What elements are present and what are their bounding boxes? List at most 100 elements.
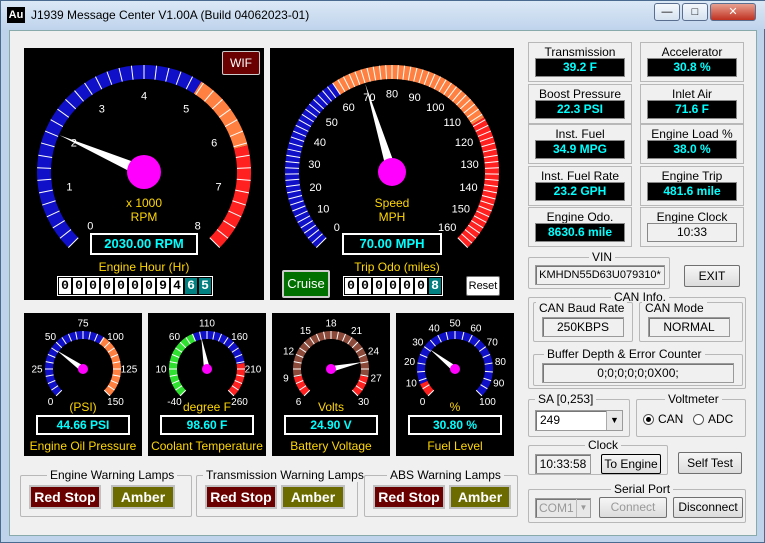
can-baud-rate-value: 250KBPS [542, 317, 624, 337]
param-boost-pressure: Boost Pressure 22.3 PSI [528, 84, 632, 124]
fuel-level-readout: 30.80 % [408, 415, 502, 435]
gauge-hub [378, 158, 406, 186]
param-value: 8630.6 mile [535, 223, 625, 242]
odometer-digit: 6 [185, 278, 197, 294]
gauge-tick-label: 125 [121, 364, 138, 375]
param-engine-clock: Engine Clock 10:33 [640, 207, 744, 247]
gauge-arc [352, 375, 369, 396]
param-value: 30.8 % [647, 58, 737, 77]
gauge-tick-label: 140 [459, 182, 477, 194]
buffer-depth-label: Buffer Depth & Error Counter [544, 347, 705, 361]
gauge-tick-label: 27 [371, 373, 383, 384]
minimize-button[interactable]: — [654, 3, 680, 21]
maximize-button[interactable]: □ [682, 3, 708, 21]
gauge-tick-label: 130 [460, 159, 478, 171]
engine-amber-lamp[interactable]: Amber [111, 485, 175, 509]
odometer-digit: 0 [101, 278, 113, 294]
can-baud-rate-group: CAN Baud Rate 250KBPS [533, 301, 633, 342]
abs-red-stop-lamp[interactable]: Red Stop [373, 485, 445, 509]
chevron-down-icon[interactable]: ▼ [606, 411, 622, 430]
gauge-tick-label: 70 [487, 337, 499, 348]
serial-port-group: Serial Port COM1 ▼ Connect Disconnect [528, 482, 746, 523]
reset-trip-button[interactable]: Reset [466, 276, 500, 296]
transmission-warning-lamps-title: Transmission Warning Lamps [203, 468, 367, 482]
param-value: 481.6 mile [647, 182, 737, 201]
gauge-tick-label: 90 [409, 92, 421, 104]
gauge-tick-label: 210 [245, 364, 262, 375]
param-engine-load: Engine Load % 38.0 % [640, 124, 744, 164]
gauge-tick-label: 80 [386, 89, 398, 101]
engine-warning-lamps-title: Engine Warning Lamps [47, 468, 178, 482]
transmission-amber-lamp[interactable]: Amber [281, 485, 345, 509]
gauge-hub [127, 155, 161, 189]
exit-button[interactable]: EXIT [684, 265, 740, 287]
odometer-digit: 4 [171, 278, 183, 294]
coolant-temp-gauge: -40 10 60 110 160 210 260 degree F 98.60 F Coo… [148, 313, 266, 456]
param-inst-fuel-economy: Inst. Fuel Economy34.9 MPG [528, 124, 632, 164]
voltmeter-radio-adc[interactable]: ADC [693, 412, 733, 426]
odometer-digit: 0 [143, 278, 155, 294]
oil-pressure-label: Engine Oil Pressure [29, 439, 137, 453]
engine-red-stop-lamp[interactable]: Red Stop [29, 485, 101, 509]
cruise-indicator[interactable]: Cruise [282, 270, 330, 298]
gauge-tick-label: 100 [479, 397, 496, 408]
odometer-digit: 0 [415, 278, 427, 294]
gauge-arc [193, 81, 248, 150]
param-value: 39.2 F [535, 58, 625, 77]
coolant-temp-unit: degree F [182, 400, 232, 414]
speed-gauge: 0102030405060708090100110120130140150160… [270, 48, 514, 300]
title-bar[interactable]: Au J1939 Message Center V1.00A (Build 04… [1, 1, 765, 29]
gauge-hub [78, 364, 88, 374]
voltmeter-adc-label: ADC [708, 412, 734, 426]
param-accelerator-position: Accelerator Position30.8 % [640, 42, 744, 82]
gauge-tick-label: 110 [444, 117, 462, 129]
can-mode-group: CAN Mode NORMAL [639, 301, 743, 342]
connect-button[interactable]: Connect [599, 497, 667, 518]
param-label: Engine Clock [656, 210, 728, 224]
self-test-button[interactable]: Self Test [678, 452, 742, 474]
close-button[interactable]: ✕ [710, 3, 756, 21]
engine-warning-lamps-group: Engine Warning Lamps Red Stop Amber [20, 468, 192, 517]
gauge-tick-label: 120 [455, 137, 473, 149]
param-label: Inst. Fuel Rate [540, 169, 620, 183]
gauge-tick-label: 110 [199, 318, 215, 329]
gauge-tick-label: 4 [141, 91, 147, 103]
param-value: 34.9 MPG [535, 140, 625, 159]
can-mode-value: NORMAL [648, 317, 730, 337]
voltmeter-label: Voltmeter [665, 392, 722, 406]
rpm-gauge: 012345678 WIF x 1000 RPM 2030.00 RPM Eng… [24, 48, 264, 300]
transmission-red-stop-lamp[interactable]: Red Stop [205, 485, 277, 509]
radio-unselected-icon[interactable] [693, 413, 704, 425]
gauge-tick-label: 75 [77, 318, 89, 329]
disconnect-button[interactable]: Disconnect [673, 497, 743, 518]
gauge-tick-label: 90 [493, 379, 505, 390]
oil-pressure-readout: 44.66 PSI [36, 415, 130, 435]
param-value: 23.2 GPH [535, 182, 625, 201]
voltmeter-radio-can[interactable]: CAN [643, 412, 683, 426]
param-inst-fuel-rate: Inst. Fuel Rate 23.2 GPH [528, 166, 632, 206]
odometer-digit: 0 [87, 278, 99, 294]
gauge-arc [293, 375, 310, 396]
abs-amber-lamp[interactable]: Amber [449, 485, 511, 509]
radio-selected-icon[interactable] [643, 413, 654, 425]
speed-label: Speed [374, 196, 410, 210]
buffer-depth-group: Buffer Depth & Error Counter 0;0;0;0;0;0… [533, 347, 743, 386]
wif-indicator[interactable]: WIF [222, 51, 260, 75]
voltmeter-group: Voltmeter CAN ADC [636, 392, 746, 437]
speed-readout: 70.00 MPH [342, 233, 442, 255]
sa-select[interactable]: 249 ▼ [535, 410, 623, 431]
gauge-tick-label: 3 [99, 103, 105, 115]
vin-value: KMHDN55D63U079310* [535, 265, 665, 285]
serial-port-select[interactable]: COM1 ▼ [535, 498, 591, 518]
param-value: 71.6 F [647, 100, 737, 119]
battery-voltage-gauge: 6 9 12 15 18 21 24 27 30 Volts 24.90 V Battery V… [272, 313, 390, 456]
chevron-down-icon[interactable]: ▼ [576, 499, 590, 517]
gauge-tick-label: 25 [31, 364, 43, 375]
odometer-digit: 9 [157, 278, 169, 294]
coolant-temp-label: Coolant Temperature [151, 439, 263, 453]
sa-group: SA [0,253] 249 ▼ [528, 392, 630, 437]
gauge-hub [450, 364, 460, 374]
gauge-tick-label: 10 [406, 379, 418, 390]
to-engine-button[interactable]: To Engine [601, 454, 661, 474]
transmission-warning-lamps-group: Transmission Warning Lamps Red Stop Ambe… [196, 468, 367, 517]
